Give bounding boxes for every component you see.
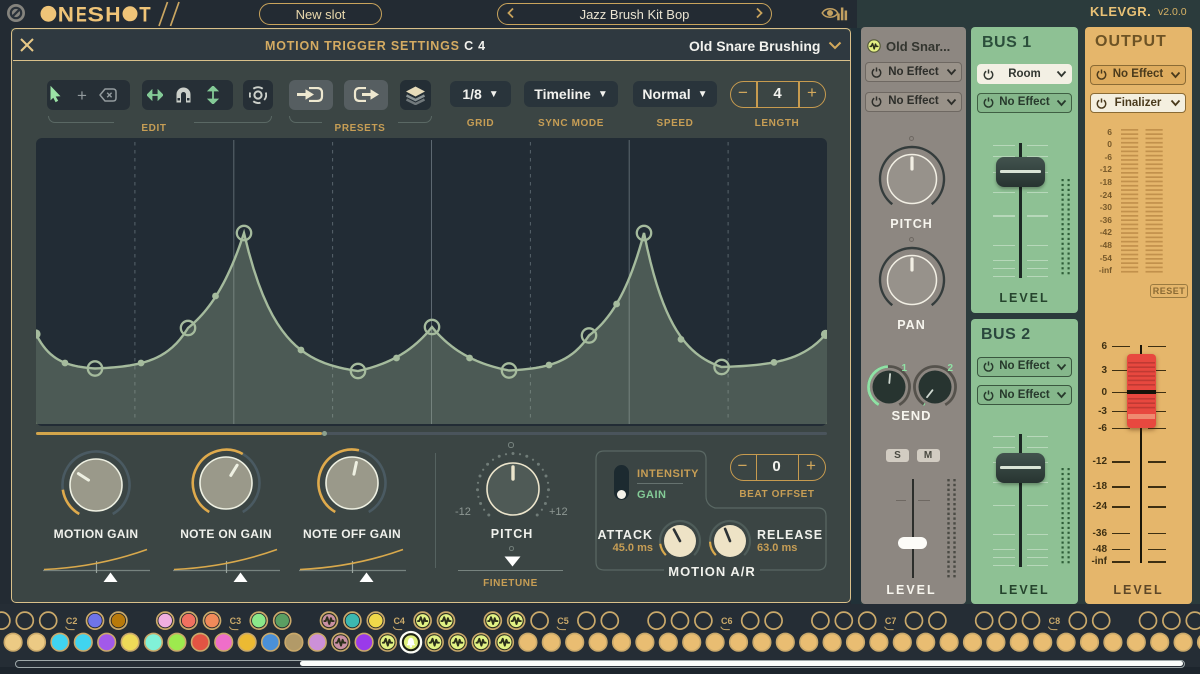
svg-text:C4: C4 [393, 616, 405, 626]
svg-text:C7: C7 [885, 616, 897, 626]
svg-text:H: H [105, 2, 120, 26]
svg-text:C3: C3 [230, 616, 242, 626]
svg-text:S: S [87, 2, 104, 26]
svg-text:N: N [58, 2, 74, 26]
svg-text:C2: C2 [66, 616, 78, 626]
svg-text:T: T [139, 2, 150, 26]
svg-text:E: E [76, 2, 87, 26]
svg-text:C5: C5 [557, 616, 569, 626]
svg-text:C8: C8 [1049, 616, 1061, 626]
svg-text:C6: C6 [721, 616, 733, 626]
